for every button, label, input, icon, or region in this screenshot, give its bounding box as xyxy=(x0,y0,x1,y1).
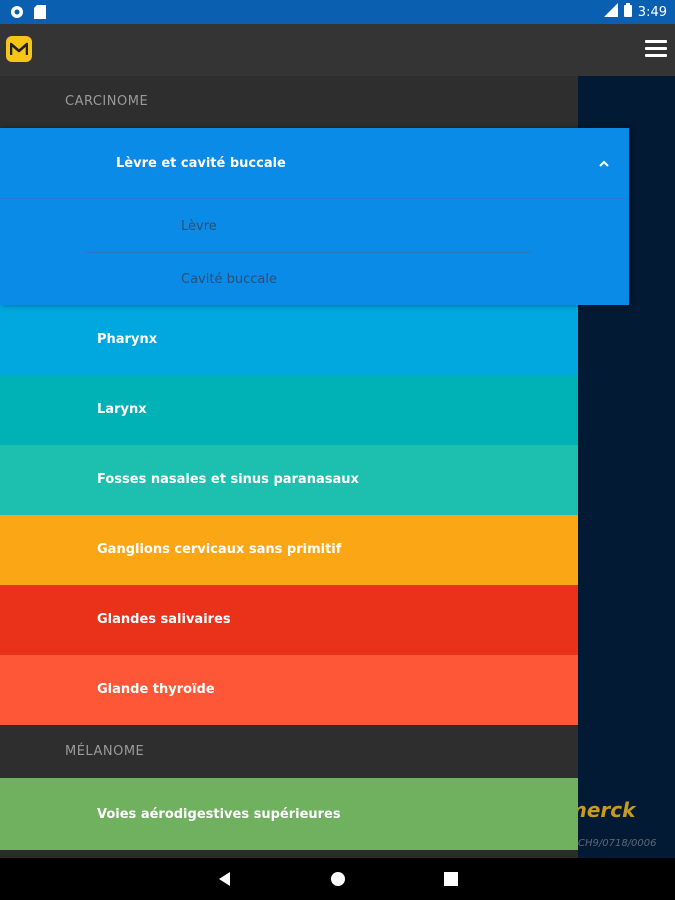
app-bar xyxy=(0,24,675,76)
chevron-up-icon xyxy=(597,156,611,170)
battery-icon xyxy=(623,3,632,21)
menu-item-glande-thyroide[interactable]: Glande thyroïde xyxy=(0,655,578,725)
submenu-item-cavite-buccale[interactable]: Cavité buccale xyxy=(0,253,629,305)
expanded-item-levre-cavite-buccale: Lèvre et cavité buccale Lèvre Cavité buc… xyxy=(0,128,629,305)
merck-m-logo-icon[interactable] xyxy=(6,36,32,62)
clock-time: 3:49 xyxy=(637,4,667,20)
menu-item-larynx[interactable]: Larynx xyxy=(0,375,578,445)
status-bar: 3:49 xyxy=(0,0,675,24)
menu-item-glandes-salivaires[interactable]: Glandes salivaires xyxy=(0,585,578,655)
section-header-carcinome: CARCINOME xyxy=(0,76,578,128)
section-header-melanome: MÉLANOME xyxy=(0,726,578,778)
sd-card-icon xyxy=(34,4,46,23)
system-nav-bar xyxy=(0,858,675,900)
divider xyxy=(0,198,629,199)
document-code: CH9/0718/0006 xyxy=(578,838,657,849)
signal-icon xyxy=(603,3,618,21)
home-icon[interactable] xyxy=(329,870,347,888)
submenu-item-levre[interactable]: Lèvre xyxy=(0,200,629,252)
menu-item-levre-cavite-buccale[interactable]: Lèvre et cavité buccale xyxy=(0,128,629,198)
settings-circle-icon xyxy=(10,4,24,23)
menu-item-ganglions-cervicaux[interactable]: Ganglions cervicaux sans primitif xyxy=(0,515,578,585)
recents-icon[interactable] xyxy=(442,870,460,888)
back-icon[interactable] xyxy=(216,870,234,888)
menu-item-pharynx[interactable]: Pharynx xyxy=(0,305,578,375)
hamburger-menu-icon[interactable] xyxy=(645,40,667,58)
brand-text: merck xyxy=(578,798,636,822)
menu-item-fosses-nasales[interactable]: Fosses nasales et sinus paranasaux xyxy=(0,445,578,515)
menu-item-voies-aerodigestives[interactable]: Voies aérodigestives supérieures xyxy=(0,778,578,850)
